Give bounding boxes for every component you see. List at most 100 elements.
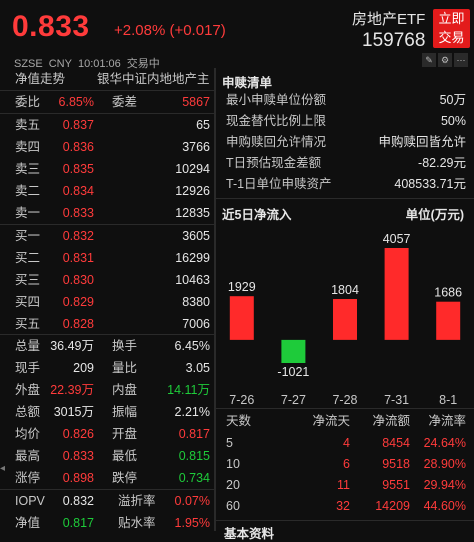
stat-row-cell-2: 36.49万 xyxy=(50,339,94,353)
more-icon[interactable]: ⋯ xyxy=(454,53,468,67)
bid-level-row-cell-2: 0.830 xyxy=(62,273,94,287)
flow-table-row-cell-3: 14209 xyxy=(375,499,410,513)
trade-now-button[interactable]: 立即 交易 xyxy=(433,9,470,48)
stat-row: 最高 0.833 最低 0.815 xyxy=(0,445,214,467)
iopv-row: IOPV 0.832 溢折率 0.07% xyxy=(0,490,214,512)
bar-value-label: -1021 xyxy=(277,365,309,379)
stat-row-cell-1: 总量 xyxy=(15,339,41,353)
subscription-key: 最小申赎单位份额 xyxy=(226,93,327,107)
flow-table-row-cell-4: 24.64% xyxy=(423,436,466,450)
flow-table-header-cell-4: 净流率 xyxy=(428,414,466,428)
iopv-row-cell-2: 0.832 xyxy=(62,494,94,508)
nav-trend-link[interactable]: 净值走势 xyxy=(15,68,65,90)
subscription-value: 50万 xyxy=(439,93,466,107)
stat-row-cell-1: 均价 xyxy=(15,427,41,441)
ask-level-row: 卖一 0.833 12835 xyxy=(0,202,214,224)
stat-row-cell-1: 涨停 xyxy=(15,471,41,485)
net-inflow-chart: 1929 7-26 -1021 7-27 1804 7-28 4057 7-31 1686 8-1 xyxy=(228,232,462,407)
ask-level-row-cell-4: 12926 xyxy=(175,184,210,198)
bid-ratio-label: 委比 xyxy=(15,95,41,109)
stat-row-cell-2: 3015万 xyxy=(53,405,94,419)
ask-level-row-cell-4: 65 xyxy=(196,118,210,132)
wrench-icon[interactable]: ⚙ xyxy=(438,53,452,67)
basic-info-title: 基本资料 xyxy=(224,527,275,541)
flow-table-row: 5 4 8454 24.64% xyxy=(216,433,474,453)
bid-level-row-cell-1: 买三 xyxy=(15,273,41,287)
stat-row-cell-3: 振幅 xyxy=(112,405,138,419)
category-label: 8-1 xyxy=(439,393,457,407)
subscription-key: T-1日单位申赎资产 xyxy=(226,177,332,191)
stat-row-cell-4: 0.817 xyxy=(178,427,210,441)
bid-level-row: 买五 0.828 7006 xyxy=(0,313,214,335)
fund-info-panel: 申赎清单 近5日净流入 单位(万元) 1929 7-26 -1021 7-27 1804… xyxy=(216,68,474,541)
stat-row-cell-2: 0.826 xyxy=(62,427,94,441)
toolbar: ✎ ⚙ ⋯ xyxy=(420,52,472,68)
ask-level-row-cell-2: 0.837 xyxy=(62,118,94,132)
flow-table-row-cell-2: 4 xyxy=(343,436,350,450)
category-label: 7-27 xyxy=(281,393,306,407)
bid-level-row: 买三 0.830 10463 xyxy=(0,269,214,291)
bar-value-label: 4057 xyxy=(383,232,411,246)
subscription-row: T日预估现金差额 -82.29元 xyxy=(216,153,474,174)
flow-table-row-cell-3: 8454 xyxy=(382,436,410,450)
flow-table-row-cell-4: 44.60% xyxy=(423,499,466,513)
flow-table-header-cell-1: 天数 xyxy=(226,414,252,428)
flow-table-row: 60 32 14209 44.60% xyxy=(216,496,474,516)
bid-ratio-row: 委比 6.85% 委差 5867 xyxy=(0,91,214,113)
ask-level-row: 卖五 0.837 65 xyxy=(0,114,214,136)
bid-level-row-cell-2: 0.829 xyxy=(62,295,94,309)
subscription-value: -82.29元 xyxy=(418,156,466,170)
bid-level-row-cell-1: 买二 xyxy=(15,251,41,265)
bid-level-row-cell-4: 10463 xyxy=(175,273,210,287)
bid-level-row-cell-1: 买五 xyxy=(15,317,41,331)
subscription-row: 现金替代比例上限 50% xyxy=(216,111,474,132)
bid-level-row-cell-2: 0.831 xyxy=(62,251,94,265)
subscription-key: 申购赎回允许情况 xyxy=(226,135,327,149)
edit-icon[interactable]: ✎ xyxy=(422,53,436,67)
order-book-panel: 净值走势 银华中证内地地产主 委比 6.85% 委差 5867 ◂ 卖五 0.83… xyxy=(0,68,214,531)
flow-table-row-cell-1: 5 xyxy=(226,436,233,450)
last-price: 0.833 xyxy=(12,10,90,43)
bid-level-row: 买二 0.831 16299 xyxy=(0,247,214,269)
bar-7-26 xyxy=(229,296,254,340)
iopv-row-cell-1: IOPV xyxy=(15,494,45,508)
stat-row: 均价 0.826 开盘 0.817 xyxy=(0,423,214,445)
bar-8-1 xyxy=(436,301,461,340)
bid-level-row-cell-4: 16299 xyxy=(175,251,210,265)
iopv-row-cell-3: 溢折率 xyxy=(118,494,156,508)
fund-name: 银华中证内地地产主 xyxy=(97,72,210,86)
ask-level-row-cell-2: 0.835 xyxy=(62,162,94,176)
bar-7-27 xyxy=(281,339,306,363)
stat-row: 外盘 22.39万 内盘 14.11万 xyxy=(0,379,214,401)
ask-level-row-cell-2: 0.833 xyxy=(62,206,94,220)
bar-value-label: 1929 xyxy=(228,280,256,294)
ask-level-row-cell-1: 卖五 xyxy=(15,118,41,132)
stat-row: 总额 3015万 振幅 2.21% xyxy=(0,401,214,423)
bid-level-row-cell-1: 买一 xyxy=(15,229,41,243)
subscription-row: T-1日单位申赎资产 408533.71元 xyxy=(216,174,474,195)
stat-row-cell-4: 0.734 xyxy=(178,471,210,485)
stat-row: 现手 209 量比 3.05 xyxy=(0,357,214,379)
stat-row-cell-4: 3.05 xyxy=(185,361,210,375)
category-label: 7-28 xyxy=(332,393,357,407)
bar-7-31 xyxy=(384,248,409,340)
stat-row-cell-2: 209 xyxy=(73,361,94,375)
flow-table-row-cell-2: 11 xyxy=(337,478,350,492)
stat-row-cell-4: 0.815 xyxy=(178,449,210,463)
subscription-row: 最小申赎单位份额 50万 xyxy=(216,90,474,111)
bar-value-label: 1804 xyxy=(331,283,359,297)
price-change: +2.08% (+0.017) xyxy=(114,22,226,39)
trade-now-line1: 立即 xyxy=(438,11,465,26)
stat-row-cell-4: 14.11万 xyxy=(167,383,210,397)
bid-diff-label: 委差 xyxy=(112,95,138,109)
flow-table-header-cell-2: 净流天 xyxy=(312,414,350,428)
flow-table-row-cell-4: 28.90% xyxy=(423,457,466,471)
quote-header: 0.833 +2.08% (+0.017) 房地产ETF 159768 立即 交… xyxy=(0,0,474,78)
ask-level-row: 卖二 0.834 12926 xyxy=(0,180,214,202)
flow-table-row-cell-3: 9551 xyxy=(382,478,410,492)
flow-table-row-cell-4: 29.94% xyxy=(423,478,466,492)
subscription-title: 申赎清单 xyxy=(222,76,273,90)
nav-row[interactable]: 净值走势 银华中证内地地产主 xyxy=(0,68,214,90)
subscription-row: 申购赎回允许情况 申购赎回皆允许 xyxy=(216,132,474,153)
bid-level-row: 买四 0.829 8380 xyxy=(0,291,214,313)
